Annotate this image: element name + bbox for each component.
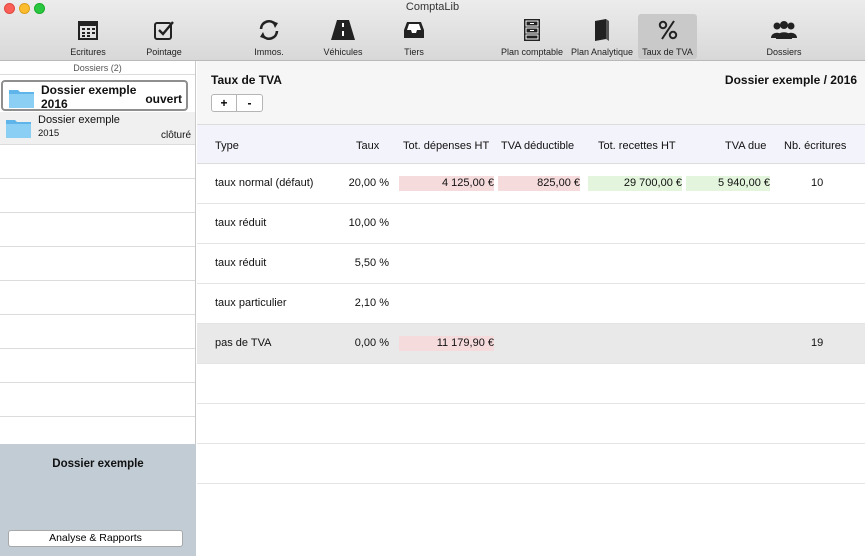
toolbar-tiers-button[interactable]: Tiers (388, 14, 440, 59)
cell-deductible: 825,00 € (537, 177, 580, 189)
cell-type: pas de TVA (215, 337, 272, 349)
analyse-rapports-button[interactable]: Analyse & Rapports (8, 530, 183, 547)
toolbar-taux-tva-label: Taux de TVA (642, 47, 693, 57)
toolbar-plan-analytique-button[interactable]: Plan Analytique (568, 14, 636, 59)
cell-recettes: 29 700,00 € (623, 177, 682, 189)
users-icon (771, 21, 797, 39)
road-icon (331, 20, 355, 40)
dossier-info-title: Dossier exemple (52, 458, 144, 470)
calendar-icon (78, 21, 98, 40)
dossier-item-2016[interactable]: Dossier exemple 2016 ouvert (1, 80, 188, 111)
percent-icon (658, 20, 677, 40)
main-panel: Taux de TVA Dossier exemple / 2016 + - T… (197, 61, 865, 556)
table-header: Type Taux Tot. dépenses HT TVA déductibl… (197, 124, 865, 164)
add-rate-button[interactable]: + (211, 94, 237, 112)
refresh-icon (259, 20, 279, 40)
cell-taux: 0,00 % (354, 337, 389, 349)
cell-nb: 19 (811, 337, 824, 349)
cell-depenses: 4 125,00 € (442, 177, 494, 189)
toolbar: ComptaLib Ecritures Pointage Immos. Véhi… (0, 0, 865, 61)
cell-type: taux réduit (215, 257, 267, 269)
table-row[interactable]: taux réduit 10,00 % (197, 204, 865, 244)
page-title: Taux de TVA (211, 73, 282, 87)
dossier-name: Dossier exemple (38, 114, 120, 126)
empty-list-row (0, 145, 195, 179)
empty-table-row (197, 444, 865, 484)
cell-taux: 2,10 % (354, 297, 389, 309)
window-title: ComptaLib (405, 1, 460, 13)
toolbar-vehicules-label: Véhicules (323, 47, 363, 57)
empty-list-row (0, 349, 195, 383)
toolbar-plan-analytique-label: Plan Analytique (570, 47, 634, 57)
table-row[interactable]: taux réduit 5,50 % (197, 244, 865, 284)
cell-type: taux réduit (215, 217, 267, 229)
table-row[interactable]: pas de TVA 0,00 % 11 179,90 € 19 (197, 324, 865, 364)
book-icon (595, 19, 609, 41)
cell-due: 5 940,00 € (718, 177, 770, 189)
empty-list-row (0, 315, 195, 349)
toolbar-vehicules-button[interactable]: Véhicules (317, 14, 369, 59)
dossier-name: Dossier exemple (41, 83, 137, 97)
table-row[interactable]: taux particulier 2,10 % (197, 284, 865, 324)
column-header-nb[interactable]: Nb. écritures (784, 140, 846, 152)
inbox-icon (404, 22, 424, 38)
sidebar: Dossiers (2) Dossier exemple 2016 ouvert… (0, 61, 196, 556)
cell-taux: 5,50 % (354, 257, 389, 269)
table-row[interactable]: taux normal (défaut) 20,00 % 4 125,00 € … (197, 164, 865, 204)
toolbar-dossiers-label: Dossiers (766, 47, 802, 57)
cell-nb: 10 (811, 177, 824, 189)
dossier-year: 2015 (38, 128, 60, 139)
empty-list-row (0, 383, 195, 417)
toolbar-ecritures-label: Ecritures (70, 47, 106, 57)
cabinet-icon (524, 19, 540, 41)
column-header-recettes[interactable]: Tot. recettes HT (598, 140, 676, 152)
dossier-status: clôturé (160, 130, 191, 141)
toolbar-tiers-label: Tiers (404, 47, 424, 57)
toolbar-plan-comptable-label: Plan comptable (500, 47, 564, 57)
toolbar-immos-label: Immos. (254, 47, 284, 57)
cell-taux: 10,00 % (348, 217, 389, 229)
dossier-year: 2016 (41, 97, 68, 111)
column-header-due[interactable]: TVA due (725, 140, 766, 152)
toolbar-pointage-button[interactable]: Pointage (138, 14, 190, 59)
main-header: Taux de TVA Dossier exemple / 2016 + - (197, 61, 865, 124)
column-header-type[interactable]: Type (215, 140, 239, 152)
empty-list-row (0, 247, 195, 281)
toolbar-dossiers-button[interactable]: Dossiers (756, 14, 812, 59)
cell-depenses: 11 179,90 € (436, 337, 494, 349)
dossiers-count-header: Dossiers (2) (0, 61, 195, 75)
remove-rate-button[interactable]: - (237, 94, 263, 112)
empty-table-row (197, 364, 865, 404)
empty-list-row (0, 281, 195, 315)
dossier-status: ouvert (145, 92, 182, 106)
empty-table-row (197, 404, 865, 444)
cell-taux: 20,00 % (348, 177, 389, 189)
folder-icon (6, 120, 31, 138)
cell-type: taux particulier (215, 297, 287, 309)
empty-list-row (0, 213, 195, 247)
toolbar-immos-button[interactable]: Immos. (243, 14, 295, 59)
toolbar-ecritures-button[interactable]: Ecritures (62, 14, 114, 59)
column-header-depenses[interactable]: Tot. dépenses HT (403, 140, 489, 152)
folder-icon (9, 90, 34, 108)
cell-type: taux normal (défaut) (215, 177, 314, 189)
toolbar-taux-tva-button[interactable]: Taux de TVA (638, 14, 697, 59)
current-dossier-label: Dossier exemple / 2016 (724, 73, 857, 87)
toolbar-pointage-label: Pointage (146, 47, 182, 57)
empty-list-row (0, 179, 195, 213)
column-header-deductible[interactable]: TVA déductible (501, 140, 574, 152)
checkbox-icon (154, 21, 174, 40)
vat-rates-table: Type Taux Tot. dépenses HT TVA déductibl… (197, 124, 865, 484)
toolbar-plan-comptable-button[interactable]: Plan comptable (496, 14, 568, 59)
column-header-taux[interactable]: Taux (356, 140, 379, 152)
dossier-info-panel: Dossier exemple Analyse & Rapports (0, 444, 196, 556)
dossier-item-2015[interactable]: Dossier exemple 2015 clôturé (0, 112, 195, 145)
